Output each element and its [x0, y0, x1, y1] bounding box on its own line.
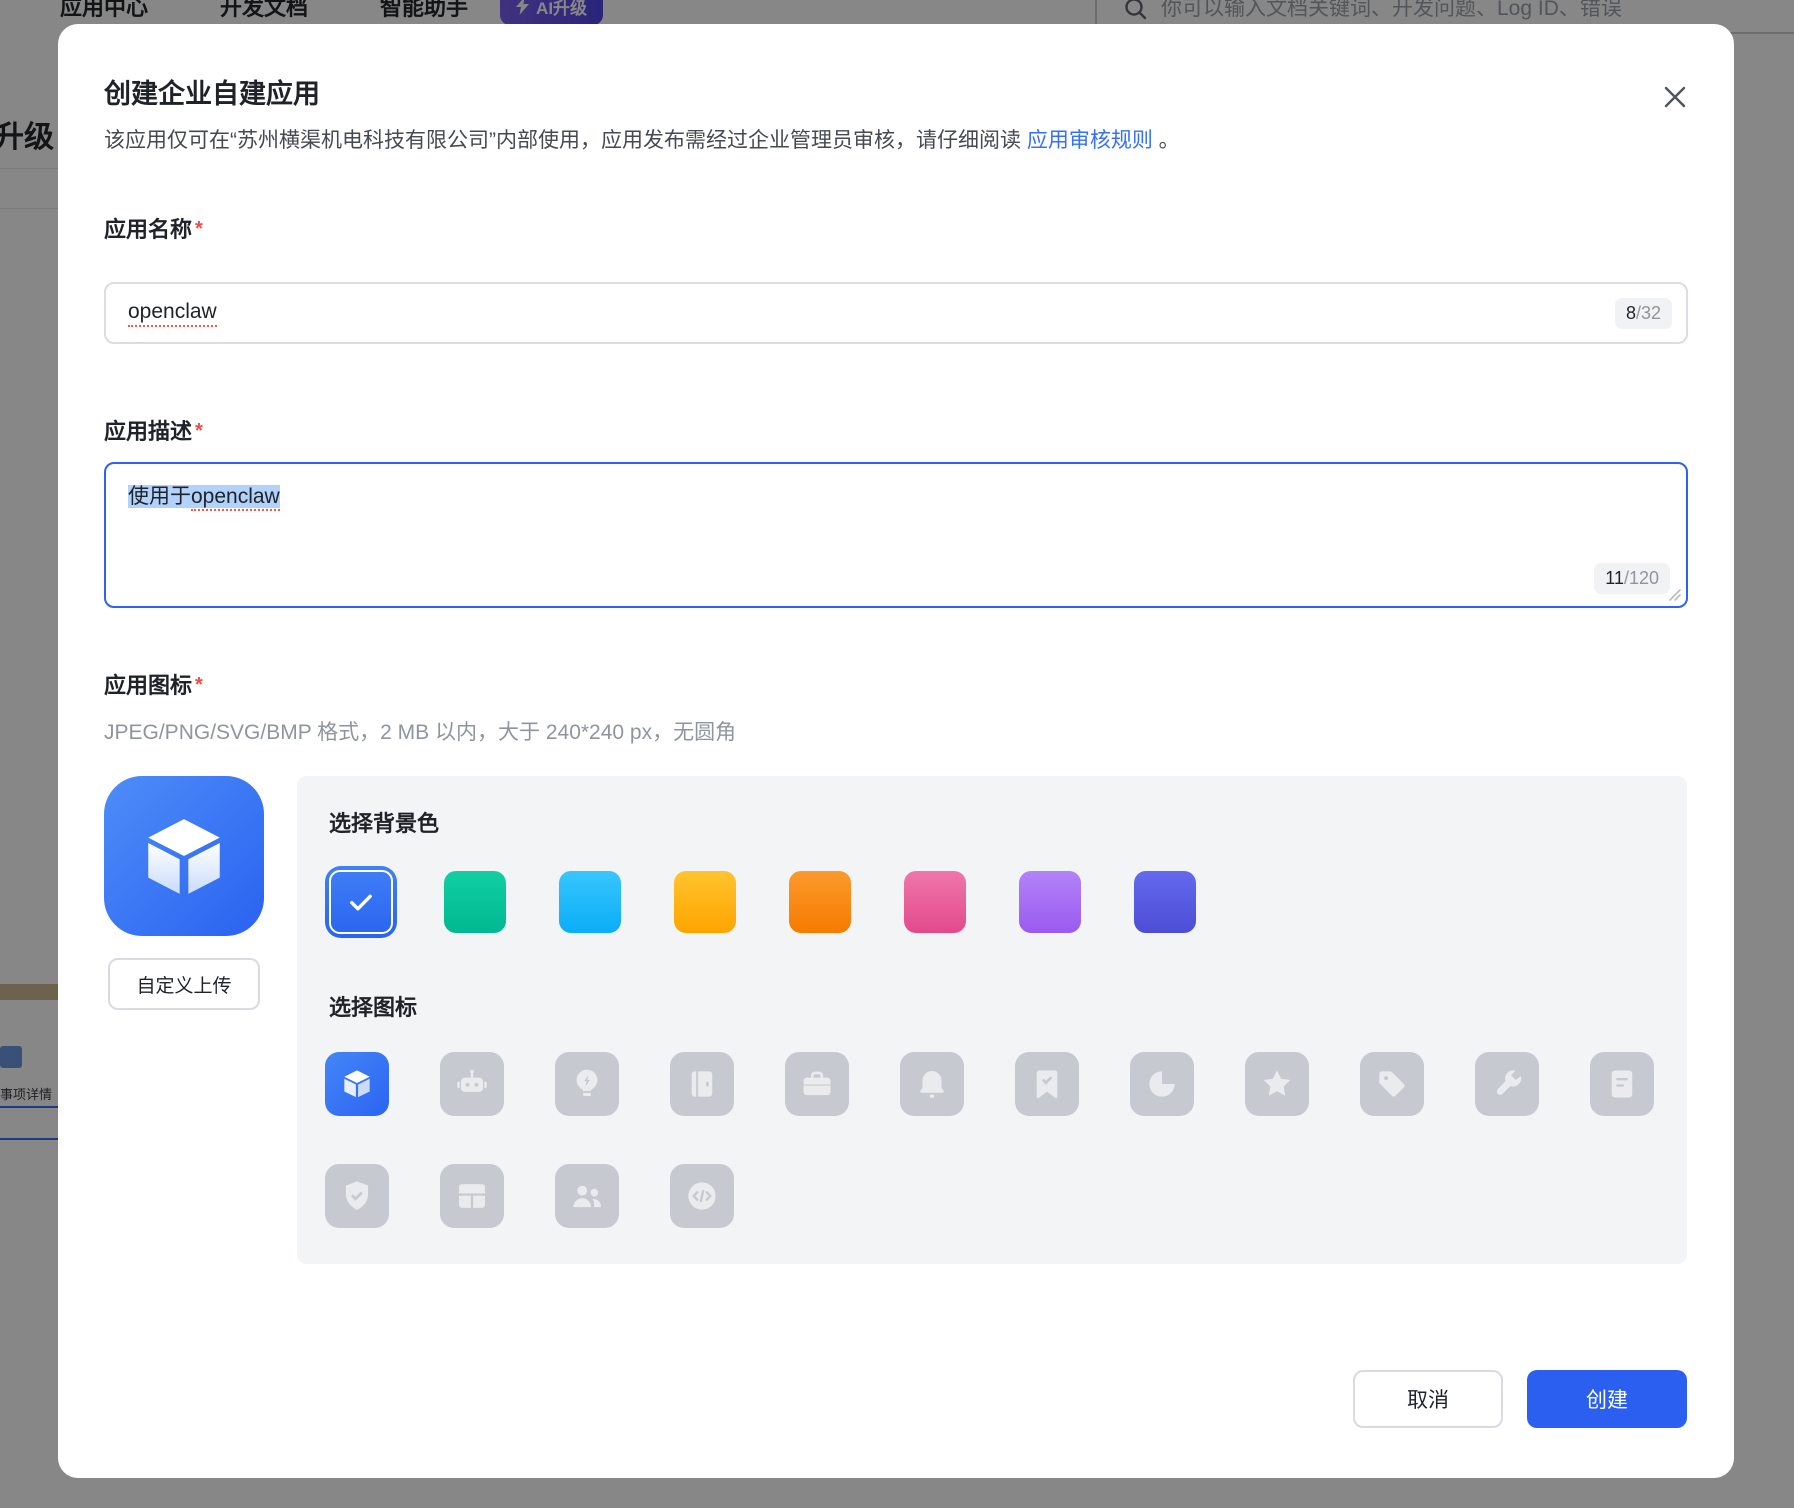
bg-color-row — [325, 866, 1196, 938]
close-icon — [1660, 82, 1690, 112]
app-name-value: openclaw — [128, 300, 217, 327]
create-button[interactable]: 创建 — [1527, 1370, 1687, 1428]
bg-color-purple[interactable] — [1019, 871, 1081, 933]
icon-row-2 — [325, 1164, 734, 1228]
icon-option-bookmark-icon[interactable] — [1015, 1052, 1079, 1116]
icon-option-wrench-icon[interactable] — [1475, 1052, 1539, 1116]
app-icon-label: 应用图标* — [104, 668, 203, 700]
review-rules-link[interactable]: 应用审核规则 — [1027, 129, 1153, 152]
icon-option-briefcase-icon[interactable] — [785, 1052, 849, 1116]
close-button[interactable] — [1656, 78, 1694, 116]
required-asterisk: * — [195, 674, 203, 696]
app-name-label: 应用名称* — [104, 212, 203, 244]
bg-color-amber[interactable] — [674, 871, 736, 933]
app-desc-counter: 11/120 — [1594, 563, 1670, 594]
bg-color-orange[interactable] — [789, 871, 851, 933]
icon-option-star-icon[interactable] — [1245, 1052, 1309, 1116]
icon-option-cube-icon[interactable] — [325, 1052, 389, 1116]
bg-color-pink[interactable] — [904, 871, 966, 933]
intro-text: 该应用仅可在“苏州横渠机电科技有限公司”内部使用，应用发布需经过企业管理员审核，… — [104, 129, 1027, 152]
intro-text-after: 。 — [1153, 129, 1180, 152]
icon-row-1 — [325, 1052, 1654, 1116]
icon-option-lightbulb-icon[interactable] — [555, 1052, 619, 1116]
modal-intro: 该应用仅可在“苏州横渠机电科技有限公司”内部使用，应用发布需经过企业管理员审核，… — [104, 124, 1180, 157]
app-desc-max: /120 — [1624, 568, 1659, 588]
app-desc-prefix: 使用于 — [128, 485, 191, 508]
app-desc-count: 11 — [1605, 568, 1624, 588]
app-name-label-text: 应用名称 — [104, 217, 192, 242]
app-name-input[interactable]: openclaw 8/32 — [104, 282, 1688, 344]
app-desc-textarea[interactable]: 使用于openclaw 11/120 — [104, 462, 1688, 608]
icon-option-tag-icon[interactable] — [1360, 1052, 1424, 1116]
bg-color-indigo[interactable] — [1134, 871, 1196, 933]
modal-title: 创建企业自建应用 — [104, 72, 320, 111]
icon-option-layout-icon[interactable] — [440, 1164, 504, 1228]
custom-upload-button[interactable]: 自定义上传 — [108, 958, 260, 1010]
bg-color-title: 选择背景色 — [329, 806, 439, 838]
icon-option-pie-icon[interactable] — [1130, 1052, 1194, 1116]
required-asterisk: * — [195, 218, 203, 240]
required-asterisk: * — [195, 420, 203, 442]
app-desc-value: 使用于openclaw — [128, 485, 280, 508]
icon-option-code-icon[interactable] — [670, 1164, 734, 1228]
cancel-button[interactable]: 取消 — [1353, 1370, 1503, 1428]
icon-option-users-icon[interactable] — [555, 1164, 619, 1228]
icon-option-bell-icon[interactable] — [900, 1052, 964, 1116]
icon-picker-panel: 选择背景色 选择图标 — [297, 776, 1687, 1264]
app-name-count: 8 — [1626, 303, 1636, 323]
app-name-counter: 8/32 — [1615, 298, 1672, 329]
page: 应用中心 开发文档 智能助手 AI升级 你可以输入文档关键词、开发问题、Log … — [0, 0, 1794, 1508]
icon-choice-title: 选择图标 — [329, 990, 417, 1022]
check-icon — [344, 885, 378, 919]
app-name-max: /32 — [1636, 303, 1661, 323]
icon-option-document-icon[interactable] — [1590, 1052, 1654, 1116]
create-app-modal: 创建企业自建应用 该应用仅可在“苏州横渠机电科技有限公司”内部使用，应用发布需经… — [58, 24, 1734, 1478]
cube-icon — [132, 804, 236, 908]
icon-option-robot-icon[interactable] — [440, 1052, 504, 1116]
bg-color-blue[interactable] — [325, 866, 397, 938]
app-desc-word: openclaw — [191, 485, 280, 511]
icon-option-shield-icon[interactable] — [325, 1164, 389, 1228]
app-desc-label-text: 应用描述 — [104, 419, 192, 444]
app-icon-preview — [104, 776, 264, 936]
app-icon-label-text: 应用图标 — [104, 673, 192, 698]
bg-color-cyan[interactable] — [559, 871, 621, 933]
icon-option-book-icon[interactable] — [670, 1052, 734, 1116]
app-icon-hint: JPEG/PNG/SVG/BMP 格式，2 MB 以内，大于 240*240 p… — [104, 716, 736, 746]
resize-handle[interactable] — [1666, 586, 1682, 602]
modal-footer: 取消 创建 — [1353, 1370, 1687, 1428]
bg-color-teal[interactable] — [444, 871, 506, 933]
app-desc-label: 应用描述* — [104, 414, 203, 446]
